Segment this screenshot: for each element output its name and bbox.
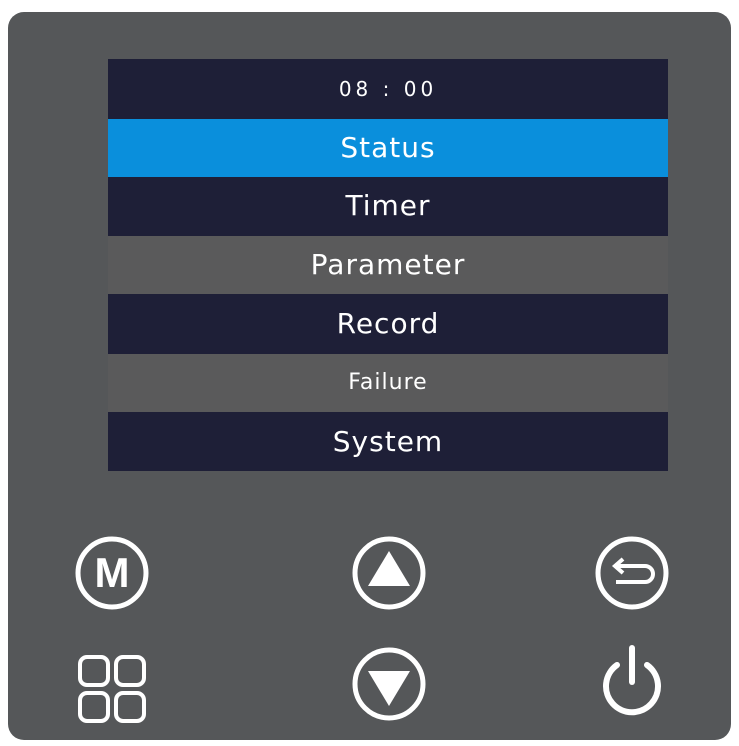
menu-item-system[interactable]: System — [108, 413, 668, 471]
menu-item-failure[interactable]: Failure — [108, 354, 668, 412]
circle-return-arrow-icon — [595, 536, 669, 610]
grid-button[interactable] — [70, 651, 154, 735]
up-button[interactable] — [347, 531, 431, 615]
mode-button-letter: M — [95, 549, 130, 596]
control-panel: 08 : 00 Status Timer Parameter Record Fa… — [8, 12, 731, 740]
lcd-screen: 08 : 00 Status Timer Parameter Record Fa… — [108, 59, 668, 471]
mode-button[interactable]: M — [70, 531, 154, 615]
back-button[interactable] — [590, 531, 674, 615]
four-squares-grid-icon — [78, 655, 146, 723]
circle-up-triangle-icon — [352, 536, 426, 610]
circle-down-triangle-icon — [352, 647, 426, 721]
power-icon — [603, 645, 661, 716]
menu-item-parameter[interactable]: Parameter — [108, 236, 668, 294]
circle-m-icon: M — [75, 536, 149, 610]
menu-item-timer[interactable]: Timer — [108, 177, 668, 235]
clock-display: 08 : 00 — [338, 77, 438, 101]
power-button[interactable] — [590, 638, 674, 722]
down-button[interactable] — [347, 642, 431, 726]
menu-item-status[interactable]: Status — [108, 119, 668, 177]
menu-item-record[interactable]: Record — [108, 295, 668, 353]
